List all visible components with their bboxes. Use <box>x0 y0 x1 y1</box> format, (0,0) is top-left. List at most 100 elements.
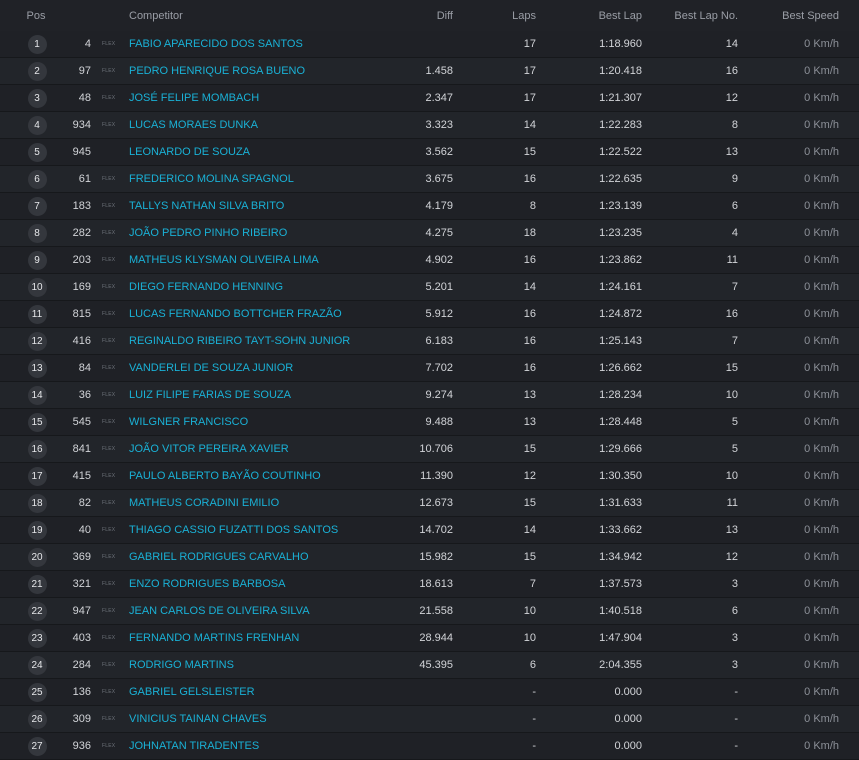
competitor-cell: PAULO ALBERTO BAYÃO COUTINHO <box>129 463 369 489</box>
header-best-lap-no[interactable]: Best Lap No. <box>648 0 738 31</box>
best-lap-cell: 0.000 <box>614 686 642 698</box>
laps-cell: 7 <box>529 578 536 590</box>
competitor-name-link[interactable]: REGINALDO RIBEIRO TAYT-SOHN JUNIOR <box>129 335 350 347</box>
table-row[interactable]: 25 136 FLEX GABRIEL GELSLEISTER - 0.000 - 0 Km/… <box>0 679 859 706</box>
competitor-name-link[interactable]: PAULO ALBERTO BAYÃO COUTINHO <box>129 470 321 482</box>
pos-cell: 2 <box>26 58 48 84</box>
class-badge: FLEX <box>102 58 126 84</box>
header-pos[interactable]: Pos <box>20 0 52 31</box>
competitor-name-link[interactable]: FREDERICO MOLINA SPAGNOL <box>129 173 294 185</box>
competitor-name-link[interactable]: MATHEUS KLYSMAN OLIVEIRA LIMA <box>129 254 319 266</box>
pos-cell: 16 <box>26 436 48 462</box>
pos-cell: 24 <box>26 652 48 678</box>
position-badge: 9 <box>27 250 47 270</box>
class-badge: FLEX <box>102 436 126 462</box>
competitor-name-link[interactable]: FABIO APARECIDO DOS SANTOS <box>129 38 303 50</box>
competitor-name-link[interactable]: FERNANDO MARTINS FRENHAN <box>129 632 299 644</box>
table-row[interactable]: 21 321 FLEX ENZO RODRIGUES BARBOSA 18.613 7 1:… <box>0 571 859 598</box>
table-row[interactable]: 7 183 FLEX TALLYS NATHAN SILVA BRITO 4.179 8 1… <box>0 193 859 220</box>
table-row[interactable]: 18 82 FLEX MATHEUS CORADINI EMILIO 12.673 15 1… <box>0 490 859 517</box>
competitor-name-link[interactable]: VINICIUS TAINAN CHAVES <box>129 713 267 725</box>
table-row[interactable]: 22 947 FLEX JEAN CARLOS DE OLIVEIRA SILVA 21… <box>0 598 859 625</box>
table-row[interactable]: 20 369 FLEX GABRIEL RODRIGUES CARVALHO 15.98… <box>0 544 859 571</box>
class-label: FLEX <box>102 338 116 344</box>
competitor-cell: FERNANDO MARTINS FRENHAN <box>129 625 369 651</box>
competitor-name-link[interactable]: VANDERLEI DE SOUZA JUNIOR <box>129 362 293 374</box>
pos-cell: 12 <box>26 328 48 354</box>
position-badge: 16 <box>27 439 47 459</box>
table-row[interactable]: 24 284 FLEX RODRIGO MARTINS 45.395 6 2:04.355 3… <box>0 652 859 679</box>
laps-cell: 14 <box>523 524 536 536</box>
class-label: FLEX <box>102 122 116 128</box>
class-label: FLEX <box>102 662 116 668</box>
table-row[interactable]: 14 36 FLEX LUIZ FILIPE FARIAS DE SOUZA 9.274… <box>0 382 859 409</box>
competitor-cell: RODRIGO MARTINS <box>129 652 369 678</box>
header-diff[interactable]: Diff <box>373 0 453 31</box>
table-row[interactable]: 16 841 FLEX JOÃO VITOR PEREIRA XAVIER 10.706… <box>0 436 859 463</box>
header-competitor[interactable]: Competitor <box>129 0 329 31</box>
best-lap-no-cell: 10 <box>725 389 738 401</box>
competitor-name-link[interactable]: LUCAS MORAES DUNKA <box>129 119 258 131</box>
class-label: FLEX <box>102 365 116 371</box>
best-lap-no-cell: 5 <box>731 443 738 455</box>
position-badge: 22 <box>27 601 47 621</box>
table-row[interactable]: 23 403 FLEX FERNANDO MARTINS FRENHAN 28.944 1… <box>0 625 859 652</box>
table-row[interactable]: 9 203 FLEX MATHEUS KLYSMAN OLIVEIRA LIMA 4.9… <box>0 247 859 274</box>
header-laps[interactable]: Laps <box>476 0 536 31</box>
competitor-name-link[interactable]: JEAN CARLOS DE OLIVEIRA SILVA <box>129 605 310 617</box>
competitor-cell: REGINALDO RIBEIRO TAYT-SOHN JUNIOR <box>129 328 369 354</box>
best-lap-cell: 1:24.161 <box>599 281 642 293</box>
table-row[interactable]: 6 61 FLEX FREDERICO MOLINA SPAGNOL 3.675 16 1:… <box>0 166 859 193</box>
competitor-name-link[interactable]: MATHEUS CORADINI EMILIO <box>129 497 279 509</box>
competitor-name-link[interactable]: LUCAS FERNANDO BOTTCHER FRAZÃO <box>129 308 342 320</box>
table-row[interactable]: 13 84 FLEX VANDERLEI DE SOUZA JUNIOR 7.702 16… <box>0 355 859 382</box>
competitor-name-link[interactable]: JOÃO VITOR PEREIRA XAVIER <box>129 443 289 455</box>
position-badge: 4 <box>27 115 47 135</box>
table-row[interactable]: 15 545 FLEX WILGNER FRANCISCO 9.488 13 1:28.44… <box>0 409 859 436</box>
competitor-name-link[interactable]: LUIZ FILIPE FARIAS DE SOUZA <box>129 389 291 401</box>
pos-cell: 18 <box>26 490 48 516</box>
pos-cell: 9 <box>26 247 48 273</box>
table-row[interactable]: 3 48 FLEX JOSÉ FELIPE MOMBACH 2.347 17 1:21.30… <box>0 85 859 112</box>
position-badge: 7 <box>27 196 47 216</box>
position-badge: 12 <box>27 331 47 351</box>
class-badge: FLEX <box>102 652 126 678</box>
competitor-name-link[interactable]: GABRIEL RODRIGUES CARVALHO <box>129 551 309 563</box>
competitor-name-link[interactable]: ENZO RODRIGUES BARBOSA <box>129 578 285 590</box>
competitor-name-link[interactable]: JOHNATAN TIRADENTES <box>129 740 259 752</box>
table-row[interactable]: 5 945 LEONARDO DE SOUZA 3.562 15 1:22.522 13 0 … <box>0 139 859 166</box>
table-row[interactable]: 10 169 FLEX DIEGO FERNANDO HENNING 5.201 14 1:… <box>0 274 859 301</box>
diff-cell: 14.702 <box>419 524 453 536</box>
competitor-name-link[interactable]: JOSÉ FELIPE MOMBACH <box>129 92 259 104</box>
competitor-cell: JOÃO PEDRO PINHO RIBEIRO <box>129 220 369 246</box>
competitor-name-link[interactable]: DIEGO FERNANDO HENNING <box>129 281 283 293</box>
table-row[interactable]: 4 934 FLEX LUCAS MORAES DUNKA 3.323 14 1:22.28… <box>0 112 859 139</box>
header-best-speed[interactable]: Best Speed <box>749 0 839 31</box>
competitor-name-link[interactable]: RODRIGO MARTINS <box>129 659 234 671</box>
competitor-name-link[interactable]: PEDRO HENRIQUE ROSA BUENO <box>129 65 305 77</box>
table-row[interactable]: 17 415 FLEX PAULO ALBERTO BAYÃO COUTINHO 11.… <box>0 463 859 490</box>
diff-cell: 4.902 <box>425 254 453 266</box>
table-row[interactable]: 26 309 FLEX VINICIUS TAINAN CHAVES - 0.000 - 0 … <box>0 706 859 733</box>
table-row[interactable]: 8 282 FLEX JOÃO PEDRO PINHO RIBEIRO 4.275 18 1… <box>0 220 859 247</box>
competitor-name-link[interactable]: JOÃO PEDRO PINHO RIBEIRO <box>129 227 287 239</box>
table-row[interactable]: 1 4 FLEX FABIO APARECIDO DOS SANTOS 17 1:18.9… <box>0 31 859 58</box>
table-row[interactable]: 11 815 FLEX LUCAS FERNANDO BOTTCHER FRAZÃO 5… <box>0 301 859 328</box>
best-speed-cell: 0 Km/h <box>804 389 839 401</box>
class-badge: FLEX <box>102 733 126 759</box>
header-best-lap[interactable]: Best Lap <box>562 0 642 31</box>
laps-cell: - <box>532 713 536 725</box>
class-badge: FLEX <box>102 355 126 381</box>
car-number: 284 <box>72 659 91 671</box>
competitor-name-link[interactable]: WILGNER FRANCISCO <box>129 416 248 428</box>
best-lap-cell: 1:28.448 <box>599 416 642 428</box>
competitor-name-link[interactable]: THIAGO CASSIO FUZATTI DOS SANTOS <box>129 524 338 536</box>
diff-cell: 21.558 <box>419 605 453 617</box>
table-row[interactable]: 19 40 FLEX THIAGO CASSIO FUZATTI DOS SANTOS… <box>0 517 859 544</box>
table-row[interactable]: 2 97 FLEX PEDRO HENRIQUE ROSA BUENO 1.458 17 1… <box>0 58 859 85</box>
table-row[interactable]: 12 416 FLEX REGINALDO RIBEIRO TAYT-SOHN JUN… <box>0 328 859 355</box>
competitor-name-link[interactable]: LEONARDO DE SOUZA <box>129 146 250 158</box>
table-row[interactable]: 27 936 FLEX JOHNATAN TIRADENTES - 0.000 - 0 Km/… <box>0 733 859 760</box>
competitor-name-link[interactable]: TALLYS NATHAN SILVA BRITO <box>129 200 284 212</box>
competitor-name-link[interactable]: GABRIEL GELSLEISTER <box>129 686 255 698</box>
